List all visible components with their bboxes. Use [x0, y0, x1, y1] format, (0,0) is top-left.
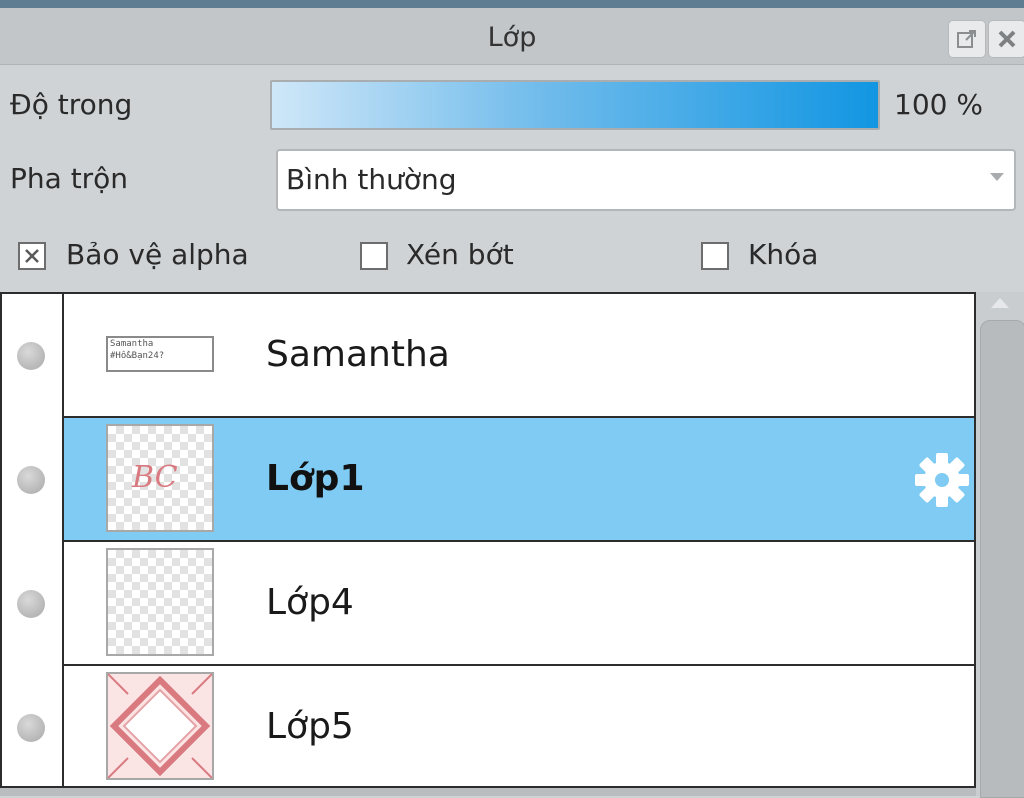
layer-row-lop4[interactable]: Lớp4	[2, 542, 974, 666]
protect-alpha-label: Bảo vệ alpha	[66, 238, 249, 271]
scroll-up-arrow-icon[interactable]	[991, 298, 1009, 308]
window-top-border	[0, 0, 1024, 8]
visibility-icon[interactable]	[17, 714, 45, 742]
layer-row-main[interactable]: Samantha #Hồ&Bạn24? Samantha	[64, 294, 974, 418]
visibility-cell	[2, 666, 64, 786]
panel-titlebar: Lớp	[0, 8, 1024, 65]
blend-label: Pha trộn	[10, 162, 129, 195]
layer-row-lop1[interactable]: BC Lớp1	[2, 418, 974, 542]
layer-row-main[interactable]: Lớp4	[64, 542, 974, 666]
visibility-cell	[2, 542, 64, 666]
close-button[interactable]	[988, 20, 1024, 58]
visibility-icon[interactable]	[17, 590, 45, 618]
layer-row-samantha[interactable]: Samantha #Hồ&Bạn24? Samantha	[2, 294, 974, 418]
thumbnail-text-line: Samantha	[110, 339, 154, 349]
diamond-frame-image	[108, 674, 212, 778]
protect-alpha-checkbox[interactable]	[18, 242, 46, 270]
opacity-slider[interactable]	[270, 80, 880, 130]
layer-name: Samantha	[266, 334, 450, 375]
visibility-icon[interactable]	[17, 466, 45, 494]
layer-thumbnail: BC	[106, 424, 214, 532]
layer-thumbnail	[106, 548, 214, 656]
layer-row-main[interactable]: BC Lớp1	[64, 418, 974, 542]
blend-mode-value: Bình thường	[286, 163, 457, 196]
blend-mode-select[interactable]: Bình thường	[276, 149, 1016, 211]
clip-checkbox[interactable]	[360, 242, 388, 270]
gear-icon[interactable]	[914, 452, 970, 508]
lock-label: Khóa	[748, 238, 819, 271]
layer-list: Samantha #Hồ&Bạn24? Samantha BC Lớp1 Lớp…	[0, 292, 976, 788]
layer-row-lop5[interactable]: Lớp5	[2, 666, 974, 786]
layer-row-main[interactable]: Lớp5	[64, 666, 974, 786]
opacity-label: Độ trong	[10, 88, 133, 121]
thumbnail-text-line: #Hồ&Bạn24?	[110, 351, 165, 361]
popout-icon	[957, 30, 976, 48]
clip-label: Xén bớt	[406, 238, 514, 271]
check-x-icon	[25, 249, 39, 263]
scrollbar-thumb[interactable]	[980, 320, 1024, 798]
popout-button[interactable]	[948, 20, 986, 58]
layer-thumbnail: Samantha #Hồ&Bạn24?	[106, 336, 214, 372]
visibility-icon[interactable]	[17, 342, 45, 370]
panel-bottom-bar	[0, 788, 976, 796]
layer-name: Lớp5	[266, 706, 354, 747]
layer-name: Lớp4	[266, 582, 354, 623]
layer-thumbnail	[106, 672, 214, 780]
dropdown-arrow-icon	[990, 173, 1004, 181]
panel-title: Lớp	[487, 22, 537, 53]
visibility-cell	[2, 294, 64, 418]
thumbnail-text: BC	[132, 460, 178, 495]
opacity-value: 100 %	[894, 88, 983, 121]
lock-checkbox[interactable]	[701, 242, 729, 270]
layer-name: Lớp1	[266, 458, 365, 499]
close-icon	[998, 30, 1016, 48]
visibility-cell	[2, 418, 64, 542]
